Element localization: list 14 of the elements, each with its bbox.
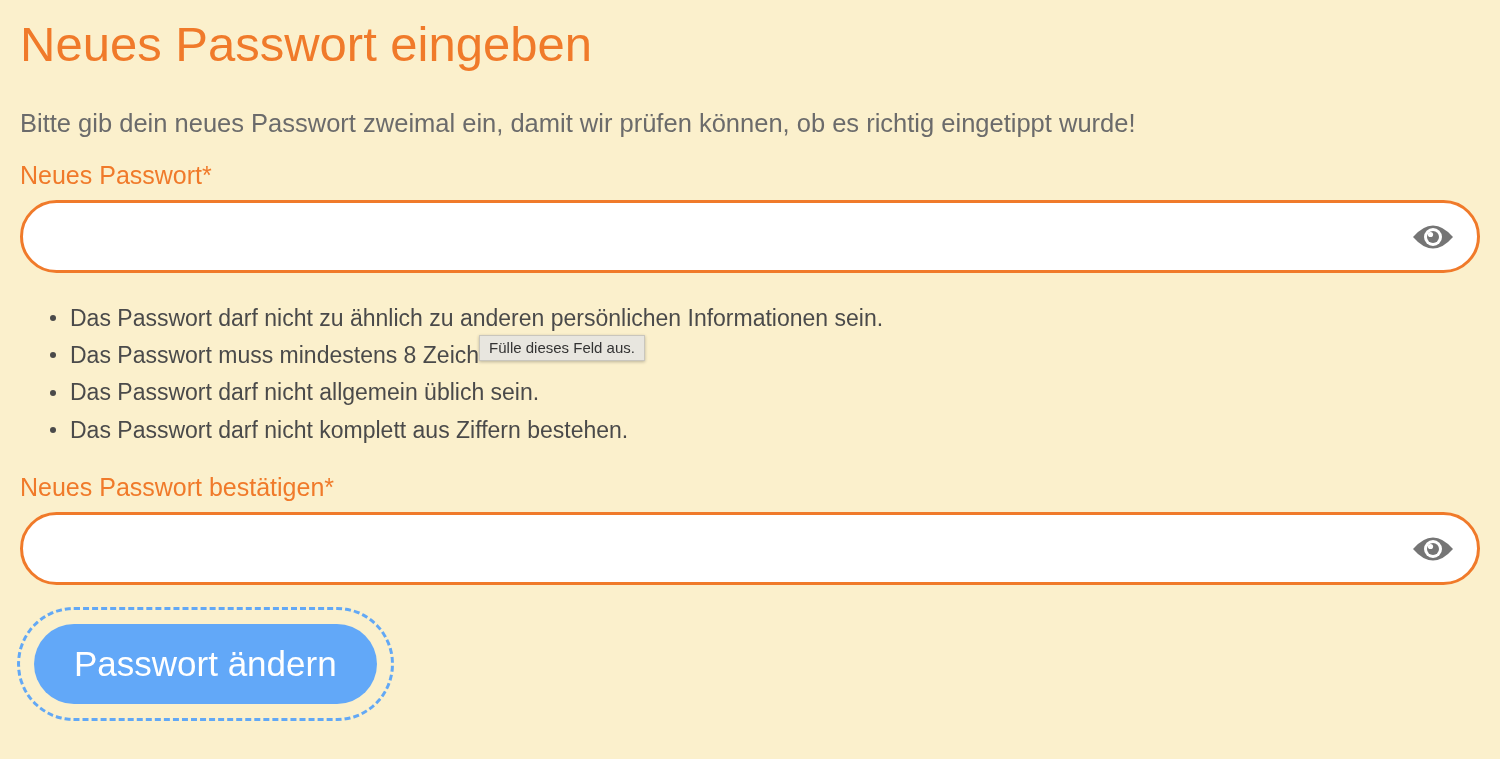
page-title: Neues Passwort eingeben [20, 16, 594, 73]
bullet-icon [50, 389, 56, 396]
field-label: Neues Passwort* [20, 160, 213, 190]
bullet-icon [50, 352, 56, 359]
tooltip: Fülle dieses Feld aus. [479, 335, 645, 361]
bullet-icon [50, 426, 56, 433]
rule-text: Das Passwort darf nicht allgemein üblich sein. [70, 378, 540, 408]
rule-text: Das Passwort darf nicht zu ähnlich zu anderen persönlichen Informationen sein. [70, 303, 884, 333]
intro-text: Bitte gib dein neues Passwort zweimal ein, damit wir prüfen können, ob es richtig eingetippt wurde! [20, 108, 1137, 138]
rule-text: Das Passwort darf nicht komplett aus Ziffern bestehen. [70, 415, 629, 445]
field-label: Neues Passwort bestätigen* [20, 472, 336, 502]
bullet-icon [50, 315, 56, 321]
rule-text: Das Passwort muss mindestens 8 Zeich [70, 341, 480, 370]
submit-button[interactable]: Passwort ändern [34, 624, 377, 704]
